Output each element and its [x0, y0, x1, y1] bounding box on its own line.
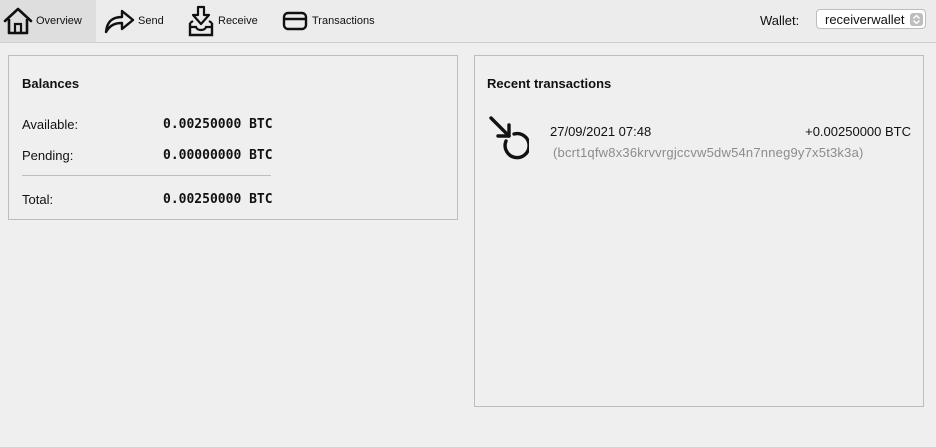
tab-send-label: Send	[138, 15, 164, 27]
recent-transactions-panel: Recent transactions 27/09/2021 07:48 +0.…	[474, 55, 924, 407]
select-arrows-icon	[910, 12, 923, 26]
tab-overview[interactable]: Overview	[0, 0, 96, 42]
tab-receive[interactable]: Receive	[184, 0, 264, 42]
pending-label: Pending:	[22, 148, 74, 163]
wallet-select[interactable]: receiverwallet	[816, 9, 926, 29]
balances-title: Balances	[22, 76, 80, 91]
transaction-address: (bcrt1qfw8x36krvvrgjccvw5dw54n7nneg9y7x5…	[553, 145, 864, 160]
wallet-label: Wallet:	[760, 13, 800, 28]
send-arrow-icon	[100, 7, 138, 35]
receive-transaction-icon	[487, 114, 531, 160]
tab-receive-label: Receive	[218, 15, 258, 27]
tab-transactions[interactable]: Transactions	[278, 0, 388, 42]
pending-value: 0.00000000 BTC	[163, 148, 273, 163]
receive-inbox-icon	[184, 5, 218, 37]
available-value: 0.00250000 BTC	[163, 117, 273, 132]
balance-divider	[22, 175, 271, 176]
card-icon	[278, 10, 312, 32]
house-icon	[0, 6, 36, 36]
tab-transactions-label: Transactions	[312, 15, 375, 27]
toolbar: Overview Send Receive Transactions Walle…	[0, 0, 936, 43]
transaction-date: 27/09/2021 07:48	[550, 124, 652, 139]
tab-overview-label: Overview	[36, 15, 82, 27]
wallet-select-value: receiverwallet	[825, 11, 905, 27]
total-label: Total:	[22, 192, 54, 207]
balances-panel: Balances Available: 0.00250000 BTC Pendi…	[8, 55, 458, 220]
total-value: 0.00250000 BTC	[163, 192, 273, 207]
tab-send[interactable]: Send	[100, 0, 170, 42]
available-label: Available:	[22, 117, 79, 132]
transaction-amount: +0.00250000 BTC	[805, 124, 911, 139]
recent-transactions-title: Recent transactions	[487, 76, 612, 91]
